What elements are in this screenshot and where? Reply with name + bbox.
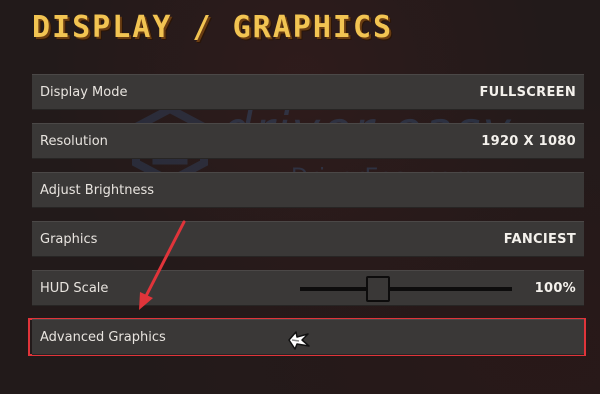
hud-scale-value: 100% [534, 280, 576, 296]
display-mode-setting[interactable]: Display Mode FULLSCREEN [32, 74, 584, 110]
hud-scale-setting: HUD Scale 100% [32, 270, 584, 306]
resolution-value: 1920 X 1080 [481, 133, 576, 149]
hud-scale-slider-handle[interactable] [366, 276, 390, 302]
hud-scale-slider-track[interactable] [300, 287, 512, 291]
display-mode-value: FULLSCREEN [479, 84, 576, 100]
graphics-value: FANCIEST [503, 231, 576, 247]
advanced-graphics-label: Advanced Graphics [40, 329, 166, 345]
resolution-label: Resolution [40, 133, 108, 149]
pointer-cursor-icon [288, 331, 310, 350]
hud-scale-label: HUD Scale [40, 280, 109, 296]
resolution-setting[interactable]: Resolution 1920 X 1080 [32, 123, 584, 159]
graphics-label: Graphics [40, 231, 98, 247]
display-mode-label: Display Mode [40, 84, 128, 100]
adjust-brightness-setting[interactable]: Adjust Brightness [32, 172, 584, 208]
graphics-setting[interactable]: Graphics FANCIEST [32, 221, 584, 257]
adjust-brightness-label: Adjust Brightness [40, 182, 155, 198]
page-title: DISPLAY / GRAPHICS [32, 10, 394, 45]
